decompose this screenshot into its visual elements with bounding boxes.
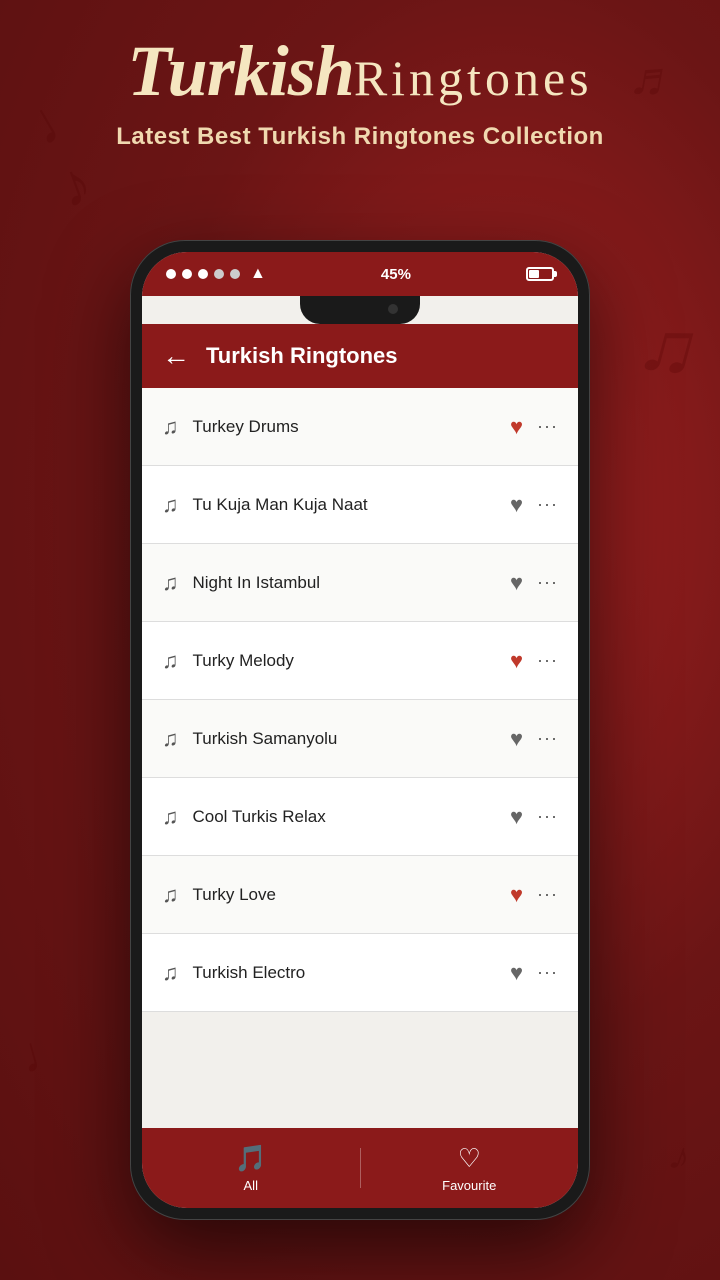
song-item-2[interactable]: ♫ Tu Kuja Man Kuja Naat ♥ ··· [142,466,578,544]
app-nav-header: ← Turkish Ringtones [142,324,578,388]
song-name-5: Turkish Samanyolu [193,729,510,749]
song-name-2: Tu Kuja Man Kuja Naat [193,495,510,515]
signal-dot-1 [166,269,176,279]
heart-icon-7[interactable]: ♥ [510,882,523,908]
status-bar: ▲ 45% [142,252,578,296]
signal-area: ▲ [166,265,266,283]
song-item-8[interactable]: ♫ Turkish Electro ♥ ··· [142,934,578,1012]
nav-label-favourite: Favourite [442,1178,496,1193]
more-icon-5[interactable]: ··· [537,728,558,749]
heart-icon-5[interactable]: ♥ [510,726,523,752]
more-icon-6[interactable]: ··· [537,806,558,827]
music-note-icon-5: ♫ [162,726,179,752]
song-name-1: Turkey Drums [193,417,510,437]
song-item-3[interactable]: ♫ Night In Istambul ♥ ··· [142,544,578,622]
favourite-icon: ♡ [458,1143,481,1174]
more-icon-4[interactable]: ··· [537,650,558,671]
song-item-1[interactable]: ♫ Turkey Drums ♥ ··· [142,388,578,466]
song-name-4: Turky Melody [193,651,510,671]
song-name-3: Night In Istambul [193,573,510,593]
song-item-6[interactable]: ♫ Cool Turkis Relax ♥ ··· [142,778,578,856]
heart-icon-4[interactable]: ♥ [510,648,523,674]
song-item-7[interactable]: ♫ Turky Love ♥ ··· [142,856,578,934]
song-item-5[interactable]: ♫ Turkish Samanyolu ♥ ··· [142,700,578,778]
signal-dot-2 [182,269,192,279]
nav-item-favourite[interactable]: ♡ Favourite [361,1143,579,1193]
music-note-icon-3: ♫ [162,570,179,596]
music-note-icon-6: ♫ [162,804,179,830]
all-icon: 🎵 [235,1143,267,1174]
song-name-8: Turkish Electro [193,963,510,983]
signal-dot-5 [230,269,240,279]
music-note-icon-1: ♫ [162,414,179,440]
battery-area [526,267,554,281]
music-note-icon-8: ♫ [162,960,179,986]
more-icon-1[interactable]: ··· [537,416,558,437]
phone-outer: ▲ 45% ← Turkish Ringtones [130,240,590,1220]
song-name-7: Turky Love [193,885,510,905]
nav-label-all: All [244,1178,258,1193]
heart-icon-6[interactable]: ♥ [510,804,523,830]
title-line: Turkish Ringtones [0,30,720,113]
title-ringtones: Ringtones [354,49,593,107]
song-name-6: Cool Turkis Relax [193,807,510,827]
battery-percent: 45% [381,266,411,283]
bottom-nav: 🎵 All ♡ Favourite [142,1128,578,1208]
nav-item-all[interactable]: 🎵 All [142,1143,360,1193]
wifi-icon: ▲ [250,265,266,283]
signal-dot-4 [214,269,224,279]
title-turkish: Turkish [127,30,353,113]
camera-notch [300,296,420,324]
heart-icon-8[interactable]: ♥ [510,960,523,986]
more-icon-8[interactable]: ··· [537,962,558,983]
deco-note-6: ♪ [663,1133,697,1182]
deco-note-5: ♩ [13,1017,76,1086]
more-icon-7[interactable]: ··· [537,884,558,905]
battery-icon [526,267,554,281]
heart-icon-1[interactable]: ♥ [510,414,523,440]
deco-note-2: ♪ [49,147,101,222]
app-header-text: Turkish Ringtones Latest Best Turkish Ri… [0,30,720,151]
phone-mockup: ▲ 45% ← Turkish Ringtones [130,240,590,1220]
song-item-4[interactable]: ♫ Turky Melody ♥ ··· [142,622,578,700]
music-note-icon-2: ♫ [162,492,179,518]
song-list: ♫ Turkey Drums ♥ ··· ♫ Tu Kuja Man Kuja … [142,388,578,1128]
deco-note-3: ♫ [629,294,711,398]
heart-icon-2[interactable]: ♥ [510,492,523,518]
music-note-icon-7: ♫ [162,882,179,908]
more-icon-2[interactable]: ··· [537,494,558,515]
camera-dot [388,304,398,314]
subtitle: Latest Best Turkish Ringtones Collection [0,123,720,151]
phone-screen: ▲ 45% ← Turkish Ringtones [142,252,578,1208]
back-button[interactable]: ← [162,342,190,370]
more-icon-3[interactable]: ··· [537,572,558,593]
signal-dot-3 [198,269,208,279]
app-title: Turkish Ringtones [206,343,398,369]
battery-fill [529,270,539,278]
heart-icon-3[interactable]: ♥ [510,570,523,596]
music-note-icon-4: ♫ [162,648,179,674]
